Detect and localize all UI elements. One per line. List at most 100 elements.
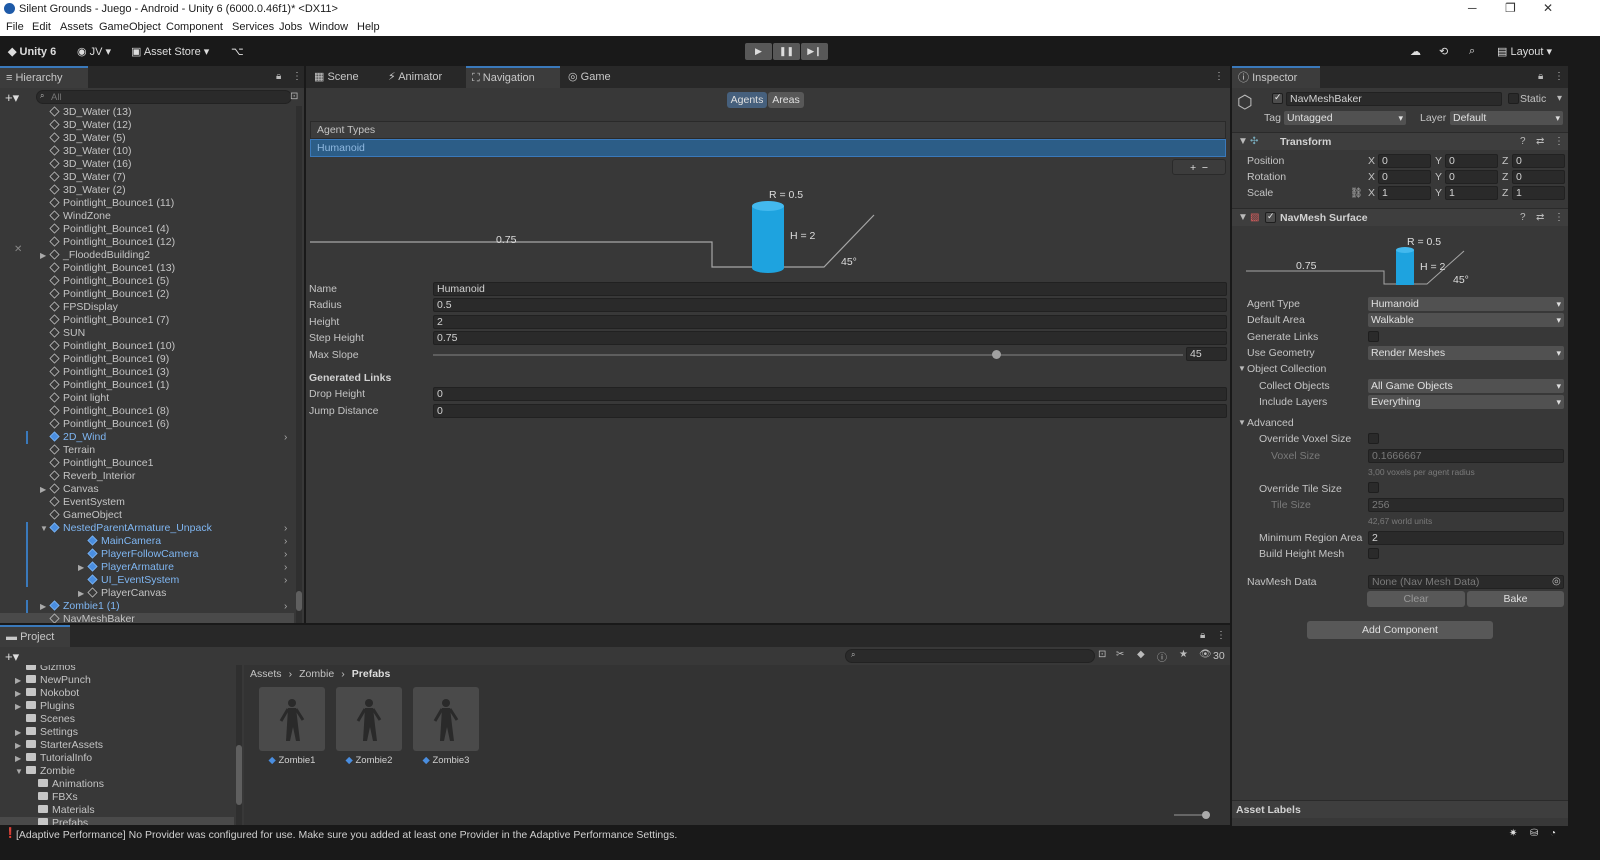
- fold-arrow-icon[interactable]: ▼: [1238, 364, 1246, 373]
- remove-agent-button[interactable]: −: [1202, 162, 1208, 174]
- hierarchy-item[interactable]: Pointlight_Bounce1 (3): [0, 366, 294, 379]
- static-checkbox[interactable]: [1508, 93, 1519, 104]
- menu-jobs[interactable]: Jobs: [279, 21, 302, 33]
- tab-scene[interactable]: ▦ Scene: [308, 66, 378, 88]
- hierarchy-item[interactable]: Pointlight_Bounce1 (9): [0, 353, 294, 366]
- fold-arrow-icon[interactable]: ▼: [40, 522, 48, 535]
- hierarchy-item[interactable]: FPSDisplay: [0, 301, 294, 314]
- folder-item[interactable]: Materials: [0, 804, 234, 817]
- lock-icon[interactable]: 🔒︎: [276, 71, 281, 82]
- radius-field[interactable]: 0.5: [433, 298, 1227, 312]
- menu-window[interactable]: Window: [309, 21, 348, 33]
- fold-arrow-icon[interactable]: ▶: [78, 561, 84, 574]
- include-layers-dropdown[interactable]: Everything: [1368, 395, 1564, 409]
- hierarchy-item[interactable]: NavMeshBaker: [0, 613, 294, 623]
- active-checkbox[interactable]: ✓: [1272, 92, 1283, 104]
- open-prefab-icon[interactable]: ›: [284, 600, 287, 613]
- menu-gameobject[interactable]: GameObject: [99, 21, 161, 33]
- menu-help[interactable]: Help: [357, 21, 380, 33]
- folder-item[interactable]: Prefabs: [0, 817, 234, 825]
- zoom-slider-thumb[interactable]: [1202, 811, 1210, 819]
- agents-toggle-button[interactable]: Agents: [727, 92, 767, 108]
- folder-item[interactable]: Gizmos: [0, 665, 234, 674]
- open-prefab-icon[interactable]: ›: [284, 574, 287, 587]
- lock-icon[interactable]: 🔒︎: [1200, 630, 1205, 641]
- favorite-icon[interactable]: ★: [1179, 649, 1188, 660]
- history-icon[interactable]: ⟲: [1439, 45, 1448, 58]
- folder-item[interactable]: Animations: [0, 778, 234, 791]
- hierarchy-item[interactable]: ▶ PlayerCanvas: [0, 587, 294, 600]
- menu-assets[interactable]: Assets: [60, 21, 93, 33]
- hierarchy-item[interactable]: Pointlight_Bounce1 (6): [0, 418, 294, 431]
- hierarchy-scrollbar[interactable]: [296, 106, 302, 623]
- hierarchy-item[interactable]: Pointlight_Bounce1 (11): [0, 197, 294, 210]
- fold-arrow-icon[interactable]: ▶: [15, 739, 21, 752]
- tab-navigation[interactable]: ⛶ Navigation: [466, 66, 560, 88]
- jump-distance-field[interactable]: 0: [433, 404, 1227, 418]
- status-message[interactable]: [Adaptive Performance] No Provider was c…: [16, 829, 677, 841]
- search-filter-icon[interactable]: ⊡: [290, 91, 298, 102]
- axis-x-label[interactable]: X: [1368, 171, 1375, 183]
- hierarchy-item[interactable]: Pointlight_Bounce1 (5): [0, 275, 294, 288]
- debug-icon[interactable]: ✷: [1509, 828, 1517, 839]
- max-slope-field[interactable]: 45: [1186, 347, 1227, 361]
- hierarchy-item[interactable]: Pointlight_Bounce1 (7): [0, 314, 294, 327]
- hierarchy-item[interactable]: Pointlight_Bounce1 (4): [0, 223, 294, 236]
- folder-item[interactable]: FBXs: [0, 791, 234, 804]
- axis-y-label[interactable]: Y: [1435, 187, 1442, 199]
- more-icon[interactable]: ⋮: [1214, 71, 1224, 82]
- static-dropdown-icon[interactable]: ▾: [1557, 93, 1562, 104]
- build-height-checkbox[interactable]: [1368, 548, 1379, 559]
- hierarchy-item[interactable]: Reverb_Interior: [0, 470, 294, 483]
- help-icon[interactable]: ?: [1520, 212, 1526, 223]
- more-icon[interactable]: ⋮: [292, 71, 302, 82]
- open-prefab-icon[interactable]: ›: [284, 522, 287, 535]
- add-component-button[interactable]: Add Component: [1307, 621, 1493, 639]
- hierarchy-search-input[interactable]: [36, 90, 292, 104]
- breadcrumb-zombie[interactable]: Zombie: [299, 668, 334, 680]
- hierarchy-item[interactable]: UI_EventSystem ›: [0, 574, 294, 587]
- hierarchy-item[interactable]: EventSystem: [0, 496, 294, 509]
- axis-z-label[interactable]: Z: [1502, 155, 1508, 167]
- pause-button[interactable]: ❚❚: [773, 43, 800, 60]
- more-icon[interactable]: ⋮: [1554, 136, 1564, 147]
- fold-arrow-icon[interactable]: ▶: [15, 700, 21, 713]
- axis-x-label[interactable]: X: [1368, 187, 1375, 199]
- log-icon[interactable]: ⓘ: [1157, 649, 1167, 664]
- hierarchy-item[interactable]: Pointlight_Bounce1 (10): [0, 340, 294, 353]
- asset-item[interactable]: ◆ Zombie2: [336, 687, 402, 773]
- maximize-icon[interactable]: ❐: [1505, 1, 1516, 15]
- fold-arrow-icon[interactable]: ▼: [15, 765, 23, 778]
- folder-scrollbar-thumb[interactable]: [236, 745, 242, 805]
- tile-size-field[interactable]: 256: [1368, 498, 1564, 512]
- asset-item[interactable]: ◆ Zombie3: [413, 687, 479, 773]
- hierarchy-item[interactable]: ▼ NestedParentArmature_Unpack ›: [0, 522, 294, 535]
- tab-inspector[interactable]: ⓘ Inspector: [1232, 66, 1320, 88]
- gameobject-cube-icon[interactable]: ⬡: [1237, 92, 1253, 113]
- add-agent-button[interactable]: +: [1190, 162, 1199, 174]
- preset-icon[interactable]: ⇄: [1536, 136, 1544, 147]
- asset-store-dropdown[interactable]: ▣ Asset Store ▾: [131, 45, 209, 58]
- fold-arrow-icon[interactable]: ▶: [15, 687, 21, 700]
- fold-arrow-icon[interactable]: ▶: [78, 587, 84, 600]
- hierarchy-item[interactable]: 2D_Wind ›: [0, 431, 294, 444]
- scale-link-icon[interactable]: ⛓︎: [1350, 188, 1363, 199]
- navmesh-surface-enabled-checkbox[interactable]: ✓: [1265, 211, 1276, 223]
- progress-icon[interactable]: ◔: [1550, 828, 1556, 839]
- tab-animator[interactable]: ⚡︎ Animator: [382, 66, 462, 88]
- preset-icon[interactable]: ⇄: [1536, 212, 1544, 223]
- axis-y-label[interactable]: Y: [1435, 171, 1442, 183]
- fold-arrow-icon[interactable]: ▼: [1238, 418, 1246, 427]
- transform-x-field[interactable]: 0: [1378, 154, 1431, 168]
- open-prefab-icon[interactable]: ›: [284, 431, 287, 444]
- tab-hierarchy[interactable]: ≡ Hierarchy: [0, 66, 88, 88]
- hierarchy-item[interactable]: 3D_Water (12): [0, 119, 294, 132]
- version-control-icon[interactable]: ⌥: [231, 45, 244, 58]
- hierarchy-item[interactable]: WindZone: [0, 210, 294, 223]
- voxel-size-field[interactable]: 0.1666667: [1368, 449, 1564, 463]
- transform-z-field[interactable]: 1: [1512, 186, 1565, 200]
- hidden-packages-icon[interactable]: 👁︎: [1199, 649, 1212, 660]
- asset-labels-bar[interactable]: Asset Labels: [1232, 800, 1568, 818]
- search-by-label-icon[interactable]: ✂: [1116, 649, 1124, 660]
- account-dropdown[interactable]: ◉ JV ▾: [77, 45, 111, 58]
